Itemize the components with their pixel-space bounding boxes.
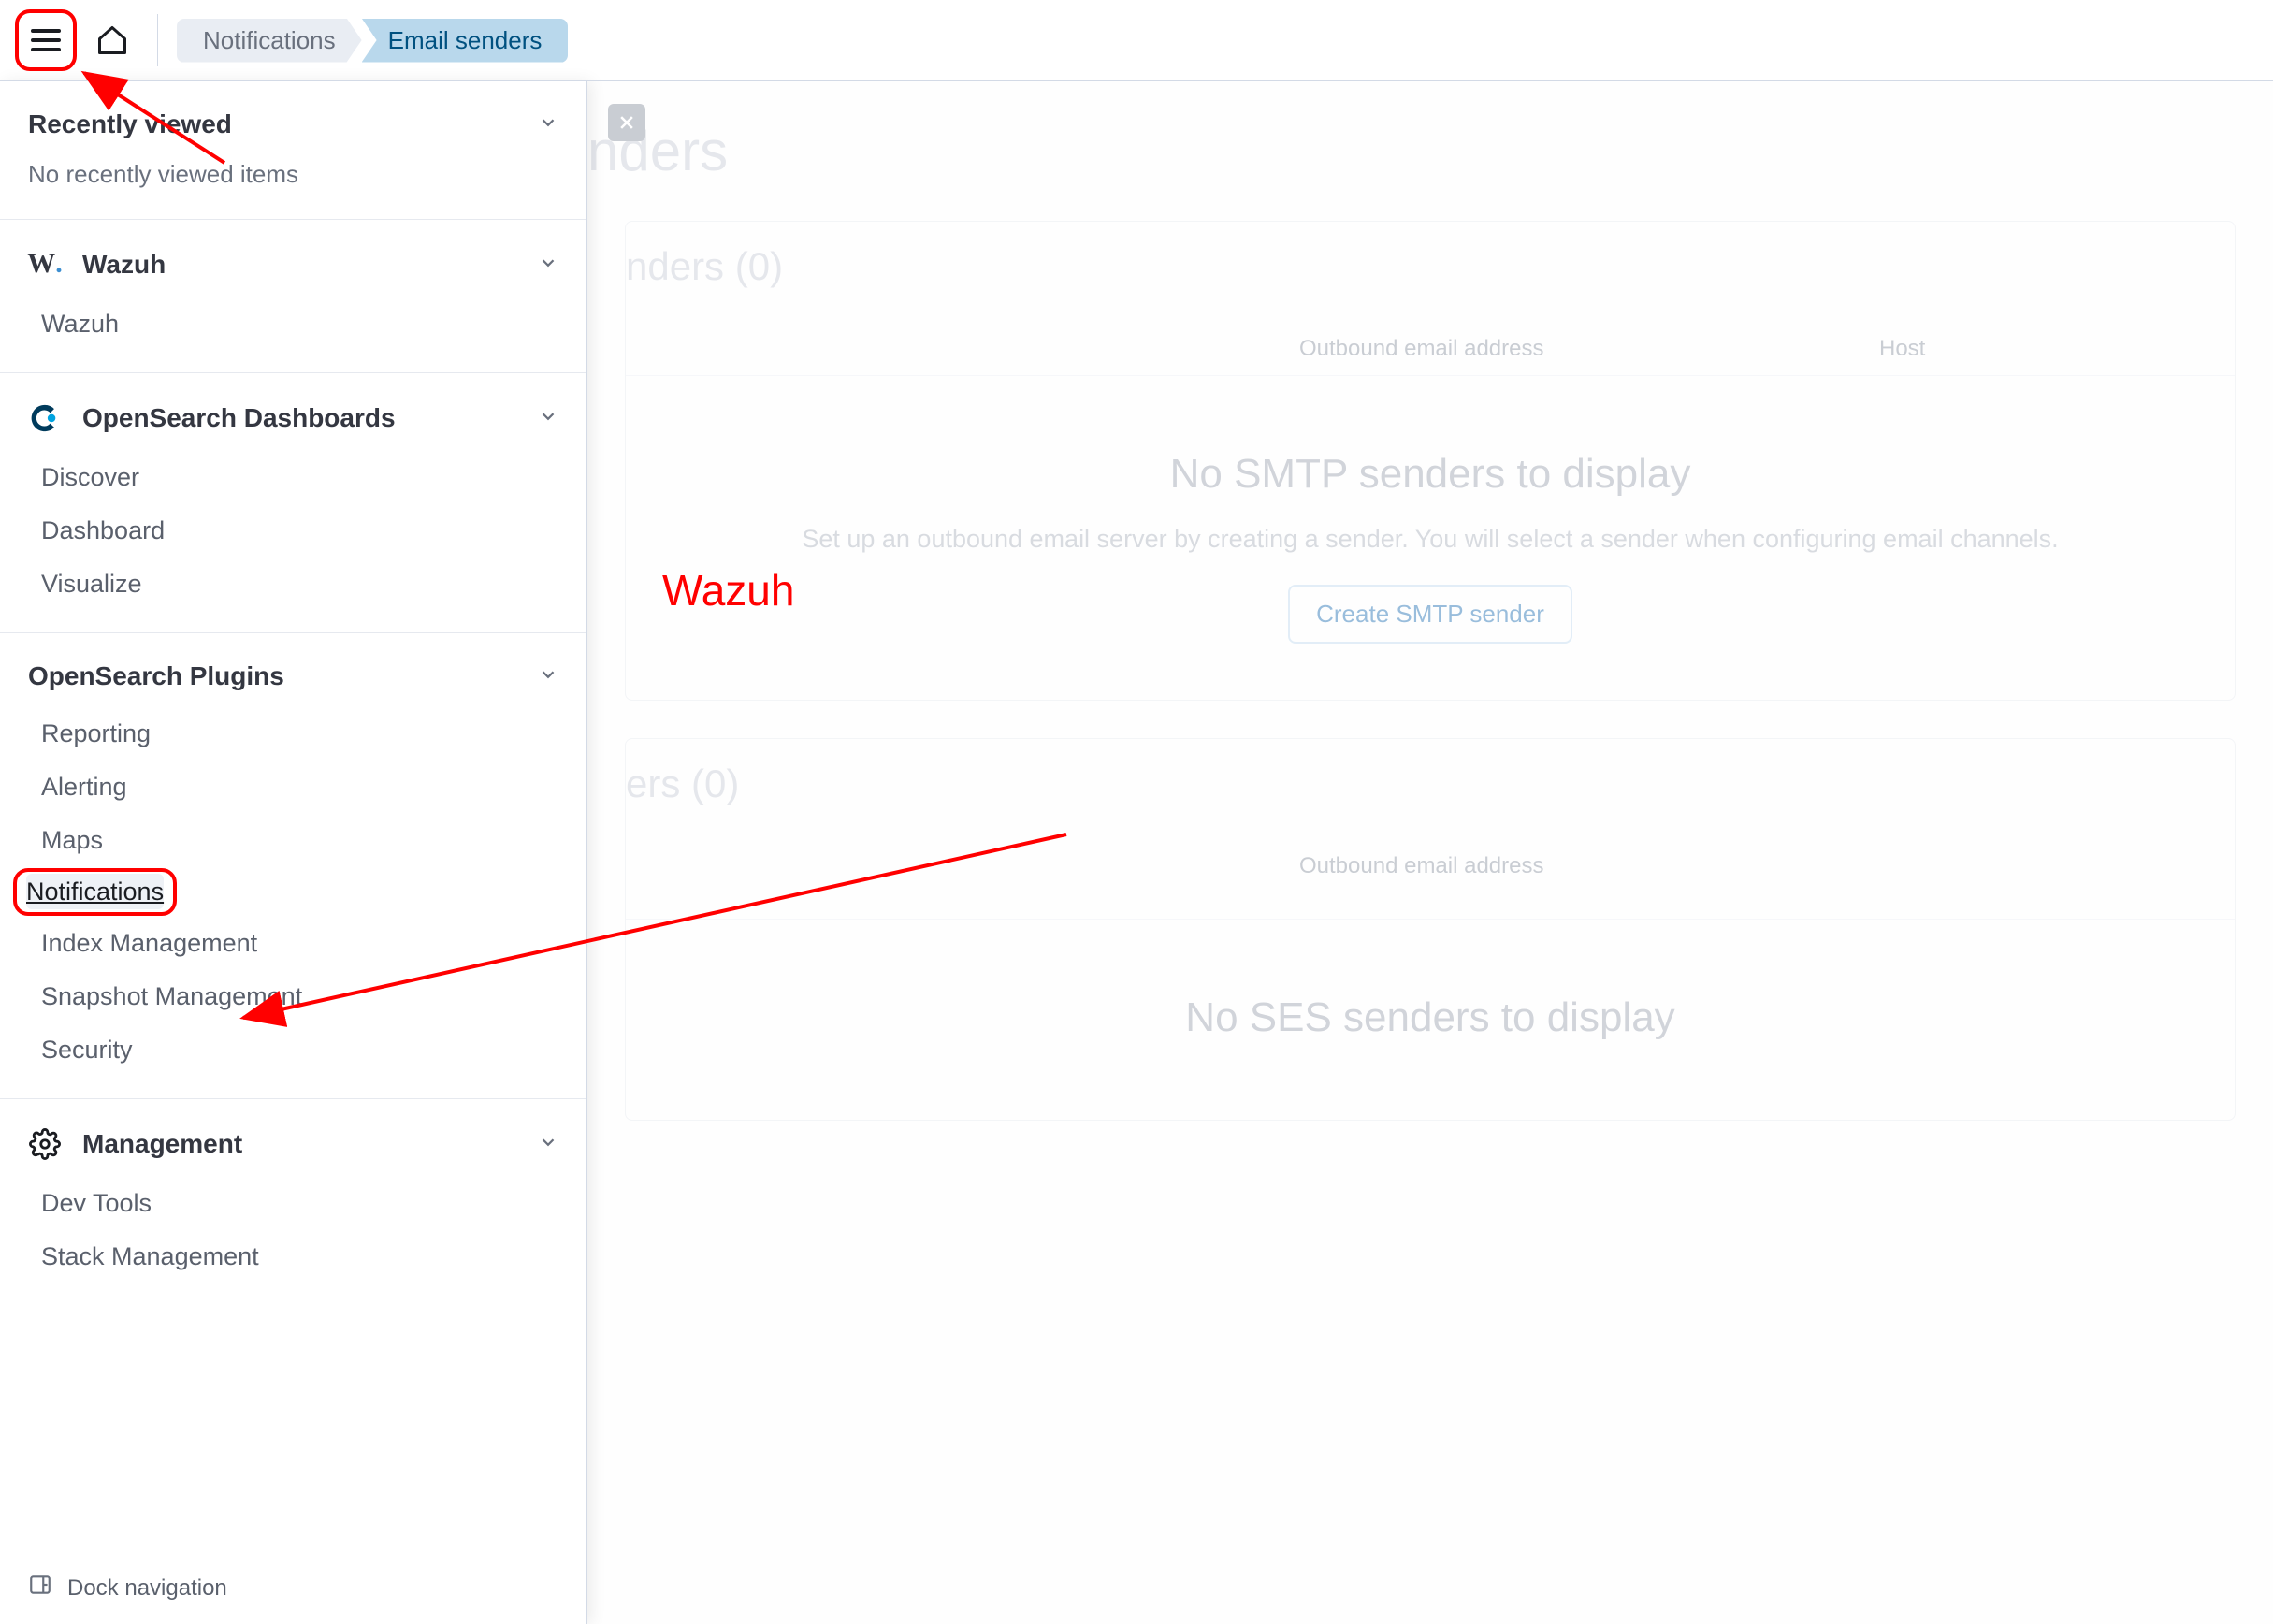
chevron-down-icon: [538, 109, 558, 139]
nav-item-security[interactable]: Security: [13, 1024, 573, 1076]
section-header-wazuh[interactable]: W. Wazuh: [0, 237, 586, 293]
opensearch-logo-icon: [28, 401, 62, 435]
chevron-down-icon: [538, 403, 558, 433]
col-name: [626, 853, 1299, 906]
section-header-plugins[interactable]: OpenSearch Plugins: [0, 650, 586, 703]
hamburger-icon: [31, 29, 61, 51]
hamburger-menu-button[interactable]: [15, 9, 77, 71]
nav-item-dashboard[interactable]: Dashboard: [13, 505, 573, 557]
smtp-senders-panel: nders (0) Outbound email address Host No…: [625, 221, 2236, 701]
section-header-management[interactable]: Management: [0, 1116, 586, 1172]
ses-empty-state: No SES senders to display: [626, 920, 2235, 1041]
top-bar: Notifications Email senders: [0, 0, 2273, 81]
section-plugins: OpenSearch Plugins Reporting Alerting Ma…: [0, 633, 586, 1099]
divider: [157, 14, 158, 66]
nav-item-reporting[interactable]: Reporting: [13, 708, 573, 760]
annotation-highlight-notifications: Notifications: [13, 868, 177, 916]
ses-empty-heading: No SES senders to display: [626, 994, 2235, 1041]
smtp-empty-heading: No SMTP senders to display: [626, 451, 2235, 498]
section-title: Recently viewed: [28, 109, 232, 139]
breadcrumb: Notifications Email senders: [177, 19, 568, 63]
breadcrumb-email-senders[interactable]: Email senders: [362, 19, 569, 63]
smtp-panel-title: nders (0): [626, 244, 2207, 289]
section-title: OpenSearch Plugins: [28, 661, 284, 691]
nav-item-wazuh[interactable]: Wazuh: [13, 298, 573, 350]
ses-panel-title: ers (0): [626, 761, 2207, 806]
section-title: Management: [82, 1129, 242, 1159]
col-outbound-email: Outbound email address: [1299, 336, 1879, 362]
page-title: nders: [587, 119, 2236, 183]
gear-icon: [28, 1127, 62, 1161]
dock-icon: [28, 1573, 52, 1603]
side-navigation: Recently viewed No recently viewed items…: [0, 81, 587, 1624]
col-outbound-email: Outbound email address: [1299, 853, 2273, 906]
dock-navigation-button[interactable]: Dock navigation: [0, 1552, 586, 1624]
nav-item-notifications[interactable]: Notifications: [26, 874, 164, 909]
section-title: Wazuh: [82, 250, 166, 280]
home-button[interactable]: [94, 22, 131, 59]
section-header-recently-viewed[interactable]: Recently viewed: [0, 98, 586, 151]
section-wazuh: W. Wazuh Wazuh: [0, 220, 586, 373]
create-smtp-sender-button[interactable]: Create SMTP sender: [1288, 585, 1572, 644]
nav-item-visualize[interactable]: Visualize: [13, 558, 573, 610]
smtp-table-header: Outbound email address Host: [626, 326, 2235, 376]
home-icon: [95, 23, 129, 57]
breadcrumb-notifications[interactable]: Notifications: [177, 19, 362, 63]
section-header-osd[interactable]: OpenSearch Dashboards: [0, 390, 586, 446]
nav-item-stack-management[interactable]: Stack Management: [13, 1231, 573, 1283]
chevron-down-icon: [538, 250, 558, 280]
close-icon: [617, 113, 636, 132]
col-name: [626, 336, 1299, 362]
chevron-down-icon: [538, 661, 558, 691]
section-recently-viewed: Recently viewed No recently viewed items: [0, 81, 586, 220]
dock-label: Dock navigation: [67, 1575, 227, 1602]
page-content: nders nders (0) Outbound email address H…: [587, 81, 2273, 1624]
recently-viewed-empty: No recently viewed items: [0, 151, 586, 198]
ses-table-header: Outbound email address AWS region: [626, 844, 2235, 920]
wazuh-logo-icon: W.: [28, 248, 62, 282]
section-osd: OpenSearch Dashboards Discover Dashboard…: [0, 373, 586, 633]
close-nav-button[interactable]: [608, 104, 645, 141]
chevron-down-icon: [538, 1129, 558, 1159]
nav-item-discover[interactable]: Discover: [13, 452, 573, 503]
nav-item-alerting[interactable]: Alerting: [13, 761, 573, 813]
nav-item-snapshot-management[interactable]: Snapshot Management: [13, 971, 573, 1022]
nav-item-index-management[interactable]: Index Management: [13, 918, 573, 969]
ses-senders-panel: ers (0) Outbound email address AWS regio…: [625, 738, 2236, 1121]
smtp-empty-state: No SMTP senders to display Set up an out…: [626, 376, 2235, 644]
section-management: Management Dev Tools Stack Management: [0, 1099, 586, 1305]
col-host: Host: [1879, 336, 2235, 362]
smtp-empty-subtext: Set up an outbound email server by creat…: [626, 520, 2235, 558]
nav-item-dev-tools[interactable]: Dev Tools: [13, 1178, 573, 1229]
section-title: OpenSearch Dashboards: [82, 403, 396, 433]
nav-item-maps[interactable]: Maps: [13, 815, 573, 866]
